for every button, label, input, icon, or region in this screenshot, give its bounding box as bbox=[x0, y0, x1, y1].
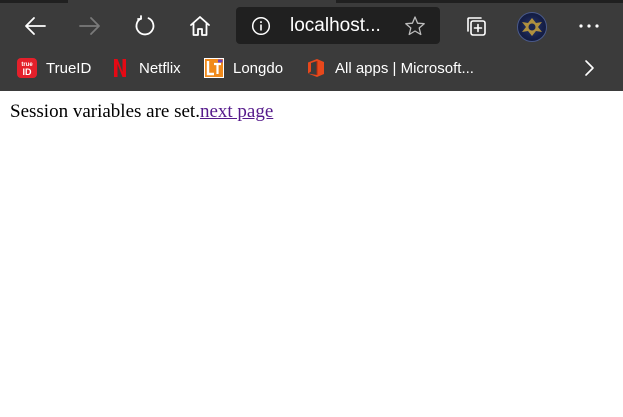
bookmark-label: Netflix bbox=[139, 59, 181, 77]
profile-emblem-icon bbox=[522, 18, 542, 36]
settings-more-button[interactable] bbox=[571, 8, 607, 44]
bookmark-netflix[interactable]: Netflix bbox=[110, 56, 181, 80]
url-text[interactable]: localhost... bbox=[290, 15, 400, 37]
bookmark-label: All apps | Microsoft... bbox=[335, 59, 474, 77]
bookmark-label: TrueID bbox=[46, 59, 92, 77]
session-message: Session variables are set.next page bbox=[10, 101, 613, 123]
bookmark-trueid[interactable]: true ID TrueID bbox=[17, 56, 91, 80]
next-page-link[interactable]: next page bbox=[200, 101, 273, 122]
favorite-star-icon[interactable] bbox=[404, 15, 426, 37]
favorites-overflow-button[interactable] bbox=[583, 56, 595, 80]
trueid-icon: true ID bbox=[17, 58, 37, 78]
forward-button[interactable] bbox=[72, 8, 108, 44]
home-icon bbox=[190, 16, 210, 36]
chevron-right-icon bbox=[585, 60, 594, 76]
bookmark-label: Longdo bbox=[233, 59, 284, 77]
browser-toolbar: localhost... bbox=[0, 3, 623, 48]
svg-text:ID: ID bbox=[23, 67, 33, 77]
site-info-icon[interactable] bbox=[251, 16, 271, 36]
message-text: Session variables are set. bbox=[10, 101, 200, 122]
bookmark-longdo[interactable]: Longdo bbox=[204, 56, 283, 80]
microsoft-office-icon bbox=[306, 58, 326, 78]
collections-icon bbox=[467, 17, 486, 36]
more-dots-icon bbox=[579, 24, 599, 28]
page-content: Session variables are set.next page bbox=[0, 91, 623, 133]
home-button[interactable] bbox=[182, 8, 218, 44]
favorites-bar: true ID TrueID Netflix Longdo All apps |… bbox=[0, 48, 623, 88]
refresh-icon bbox=[135, 15, 155, 36]
collections-button[interactable] bbox=[458, 8, 494, 44]
forward-arrow-icon bbox=[79, 17, 100, 35]
refresh-button[interactable] bbox=[127, 8, 163, 44]
address-bar[interactable]: localhost... bbox=[236, 7, 440, 44]
profile-avatar[interactable] bbox=[517, 12, 547, 42]
longdo-icon bbox=[204, 58, 224, 78]
bookmark-microsoft-apps[interactable]: All apps | Microsoft... bbox=[306, 56, 474, 80]
netflix-icon bbox=[110, 58, 130, 78]
browser-chrome: localhost... true ID TrueID Netflix Long… bbox=[0, 0, 623, 91]
back-button[interactable] bbox=[17, 8, 53, 44]
back-arrow-icon bbox=[25, 17, 46, 35]
